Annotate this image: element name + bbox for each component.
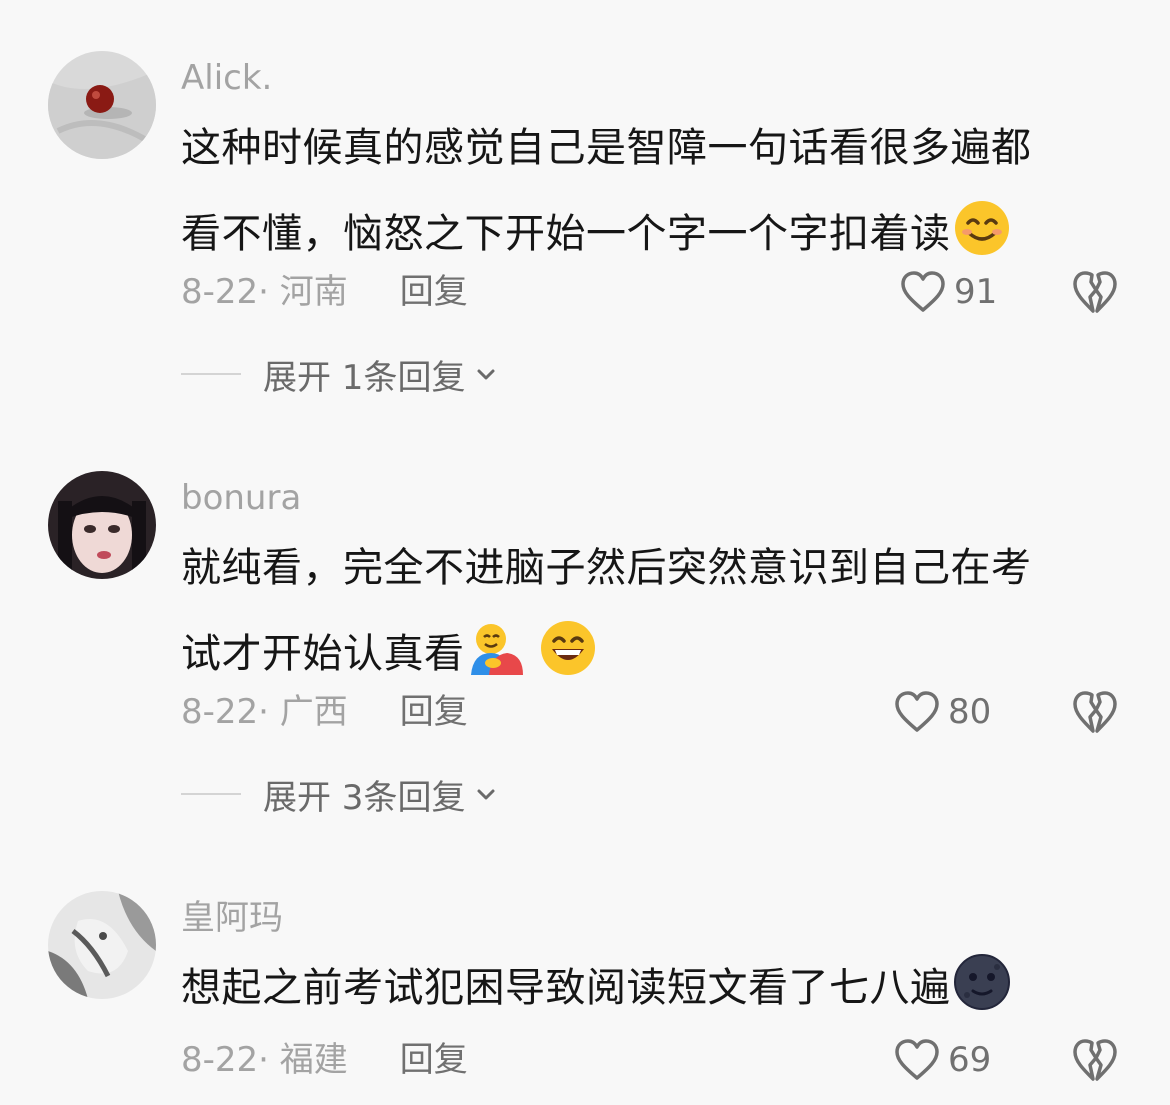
reply-button[interactable]: 回复 xyxy=(400,692,468,732)
reply-button[interactable]: 回复 xyxy=(400,1040,468,1080)
username[interactable]: 皇阿玛 xyxy=(181,896,283,940)
expand-replies-label: 展开 3条回复 xyxy=(263,777,466,818)
comment-text-line: 想起之前考试犯困导致阅读短文看了七八遍 xyxy=(181,945,1111,1031)
people-hugging-emoji xyxy=(467,619,525,677)
grinning-face-emoji xyxy=(539,619,597,677)
heart-outline-icon xyxy=(895,1039,939,1080)
like-count: 80 xyxy=(948,692,992,732)
avatar[interactable] xyxy=(48,891,156,999)
expand-replies-button[interactable]: 展开 1条回复 xyxy=(181,352,497,398)
comment-meta: 8-22· 广西 回复 xyxy=(181,690,468,734)
comment-location: 福建 xyxy=(279,1040,348,1080)
comment-text-line: 这种时候真的感觉自己是智障一句话看很多遍都 xyxy=(181,125,1032,171)
username[interactable]: Alick. xyxy=(181,56,272,100)
like-button[interactable]: 80 xyxy=(894,688,991,736)
like-button[interactable]: 69 xyxy=(894,1036,991,1084)
comment-text: 这种时候真的感觉自己是智障一句话看很多遍都 看不懂，恼怒之下开始一个字一个字扣着… xyxy=(181,105,1111,277)
comment-meta: 8-22· 福建 回复 xyxy=(181,1038,468,1082)
comment-date: 8-22 xyxy=(181,692,259,732)
broken-heart-icon xyxy=(1073,271,1117,313)
smiling-face-emoji xyxy=(953,199,1011,257)
comment-location: 广西 xyxy=(279,692,348,732)
dislike-button[interactable] xyxy=(1072,1038,1118,1084)
expand-replies-button[interactable]: 展开 3条回复 xyxy=(181,772,497,818)
like-count: 91 xyxy=(954,272,998,312)
chevron-down-icon xyxy=(477,789,495,800)
comment-text-segment: 试才开始认真看 xyxy=(181,631,465,677)
meta-separator: · xyxy=(258,1040,280,1080)
like-count: 69 xyxy=(948,1040,992,1080)
meta-separator: · xyxy=(258,272,280,312)
avatar[interactable] xyxy=(48,471,156,579)
divider-line xyxy=(181,373,241,375)
heart-outline-icon xyxy=(901,271,945,312)
broken-heart-icon xyxy=(1073,691,1117,733)
divider-line xyxy=(181,793,241,795)
new-moon-face-emoji xyxy=(953,953,1011,1011)
chevron-down-icon xyxy=(477,369,495,380)
comment-text-line: 试才开始认真看 xyxy=(181,611,1111,697)
expand-replies-label: 展开 1条回复 xyxy=(263,357,466,398)
broken-heart-icon xyxy=(1073,1039,1117,1081)
username[interactable]: bonura xyxy=(181,476,301,520)
comment-date: 8-22 xyxy=(181,272,259,312)
comment-meta: 8-22· 河南 回复 xyxy=(181,270,468,314)
avatar[interactable] xyxy=(48,51,156,159)
comment-text: 想起之前考试犯困导致阅读短文看了七八遍 xyxy=(181,945,1111,1031)
dislike-button[interactable] xyxy=(1072,270,1118,316)
heart-outline-icon xyxy=(895,691,939,732)
comment-text-segment: 看不懂，恼怒之下开始一个字一个字扣着读 xyxy=(181,211,951,257)
meta-separator: · xyxy=(258,692,280,732)
reply-button[interactable]: 回复 xyxy=(400,272,468,312)
comment-text-segment: 想起之前考试犯困导致阅读短文看了七八遍 xyxy=(181,965,951,1011)
comment-date: 8-22 xyxy=(181,1040,259,1080)
dislike-button[interactable] xyxy=(1072,690,1118,736)
like-button[interactable]: 91 xyxy=(900,268,997,316)
comment-text: 就纯看，完全不进脑子然后突然意识到自己在考 试才开始认真看 xyxy=(181,525,1111,697)
comment-location: 河南 xyxy=(279,272,348,312)
comment-text-line: 看不懂，恼怒之下开始一个字一个字扣着读 xyxy=(181,191,1111,277)
comment-text-line: 就纯看，完全不进脑子然后突然意识到自己在考 xyxy=(181,545,1032,591)
